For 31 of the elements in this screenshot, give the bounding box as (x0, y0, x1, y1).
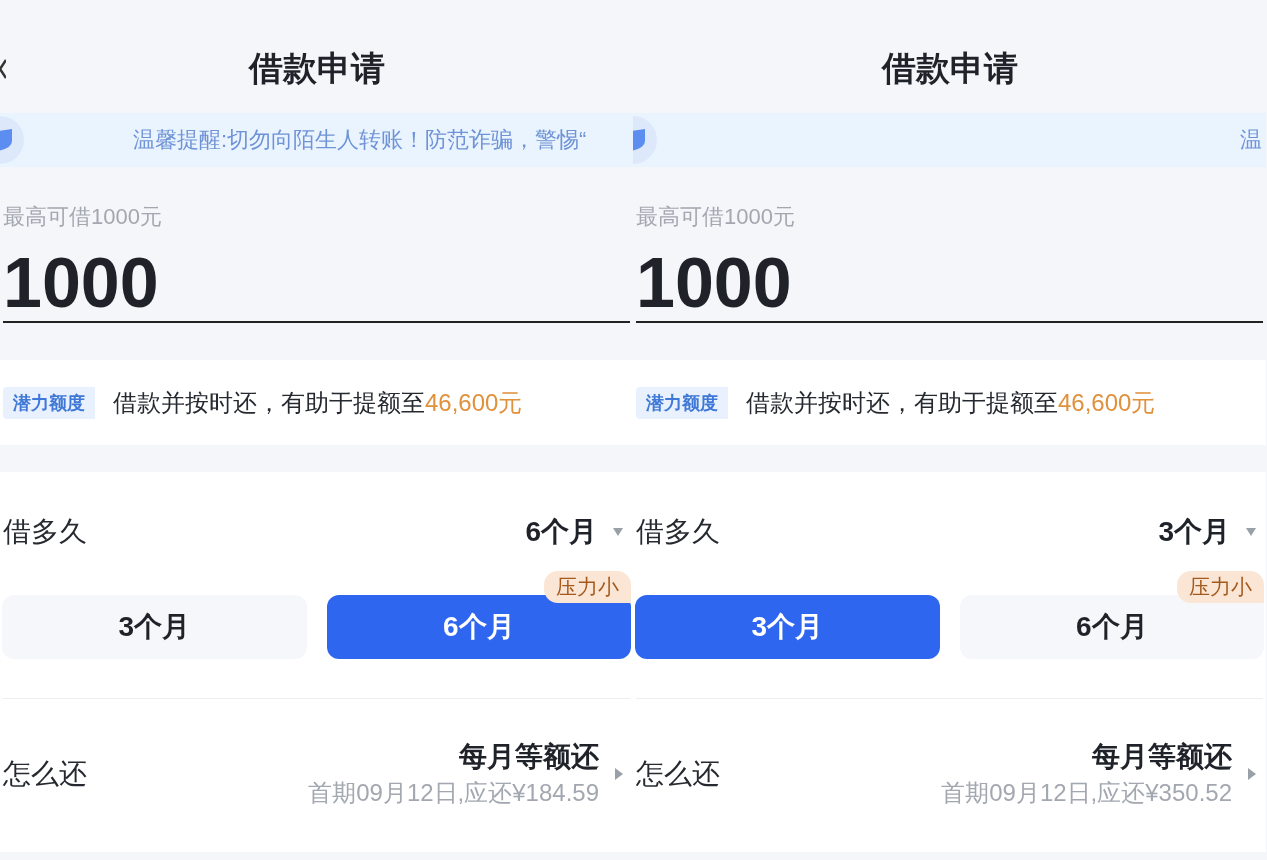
amount-field[interactable]: 1000 (3, 247, 630, 323)
badge: 压力小 (544, 571, 631, 603)
term-value[interactable]: 6个月 (525, 511, 597, 553)
term-label: 借多久 (3, 515, 87, 549)
promo-text: 借款并按时还，有助于提额至46,600元 (113, 387, 523, 418)
notice-text: 温 (1240, 126, 1262, 154)
repay-detail: 首期09月12日,应还¥350.52 (941, 778, 1232, 808)
repay-method[interactable]: 每月等额还 (1092, 738, 1232, 776)
term-value[interactable]: 3个月 (1158, 511, 1230, 553)
repay-label: 怎么还 (3, 757, 87, 791)
max-amount-label: 最高可借1000元 (3, 203, 163, 231)
term-option[interactable]: 3个月 (635, 595, 940, 659)
max-amount-label: 最高可借1000元 (636, 203, 796, 231)
dropdown-icon (613, 528, 623, 536)
chevron-icon (1248, 768, 1256, 780)
page-title: 借款申请 (881, 48, 1018, 89)
badge: 压力小 (1177, 571, 1264, 603)
promo-text: 借款并按时还，有助于提额至46,600元 (746, 387, 1156, 418)
repay-detail: 首期09月12日,应还¥184.59 (308, 778, 599, 808)
notice-text: 温馨提醒:切勿向陌生人转账！防范诈骗，警惕“ (133, 126, 587, 154)
limit-tag: 潜力额度 (636, 386, 728, 419)
repay-method[interactable]: 每月等额还 (459, 738, 599, 776)
back-icon[interactable] (0, 58, 6, 80)
limit-tag: 潜力额度 (3, 386, 95, 419)
dropdown-icon (1246, 528, 1256, 536)
page-title: 借款申请 (248, 48, 385, 89)
amount-field[interactable]: 1000 (636, 247, 1263, 323)
repay-label: 怎么还 (636, 757, 720, 791)
term-option[interactable]: 3个月 (2, 595, 307, 659)
chevron-icon (615, 768, 623, 780)
term-label: 借多久 (636, 515, 720, 549)
